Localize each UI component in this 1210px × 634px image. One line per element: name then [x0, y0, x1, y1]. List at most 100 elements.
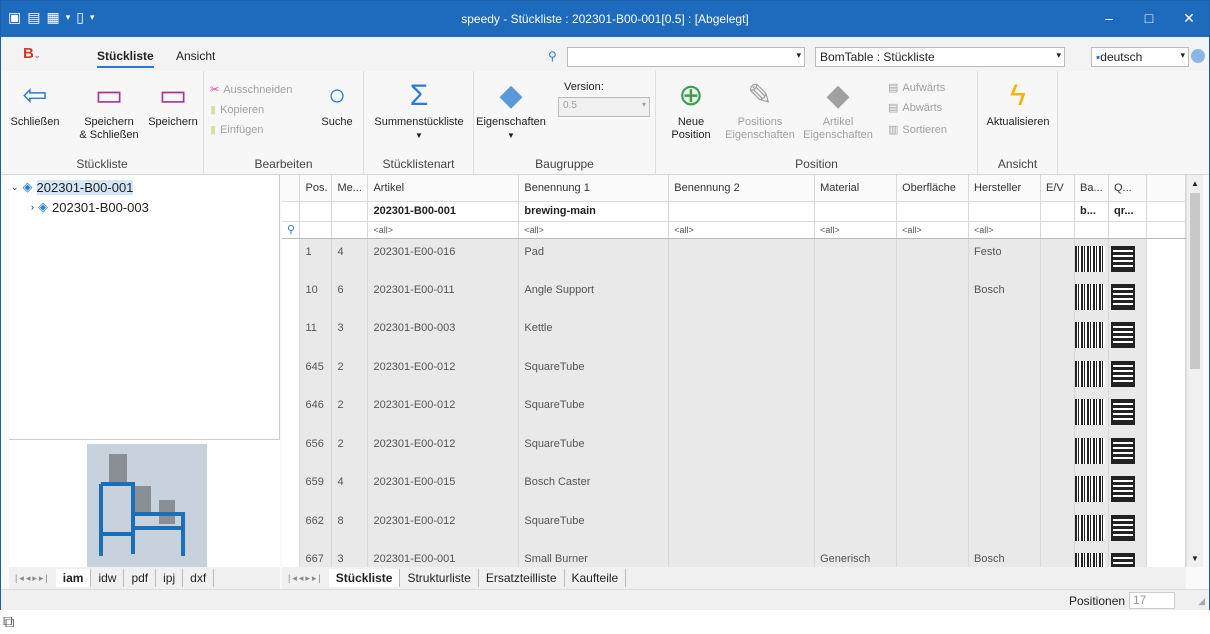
cell-ev[interactable]: [1040, 392, 1075, 431]
cell-benennung1[interactable]: SquareTube: [518, 392, 670, 431]
cell-barcode[interactable]: [1074, 392, 1109, 431]
cell-benennung2[interactable]: [668, 546, 816, 567]
cell-pos[interactable]: 1: [299, 238, 333, 277]
bomtable-select[interactable]: BomTable : Stückliste ▾: [815, 47, 1065, 67]
cell-benennung1[interactable]: SquareTube: [518, 430, 670, 469]
tab-ersatzteilliste[interactable]: Ersatzteilliste: [479, 569, 565, 587]
cell-qr[interactable]: [1108, 392, 1147, 431]
paste-button[interactable]: ▮ Einfügen: [210, 123, 264, 137]
chevron-down-icon[interactable]: ▾: [1056, 50, 1061, 61]
cell-benennung2[interactable]: [668, 430, 816, 469]
cell-benennung1[interactable]: Pad: [518, 238, 670, 277]
cell-hersteller[interactable]: Bosch: [968, 276, 1042, 315]
cell-ev[interactable]: [1040, 238, 1075, 277]
cell-artikel[interactable]: 202301-E00-012: [367, 353, 520, 392]
move-down-button[interactable]: ▤ Abwärts: [888, 101, 942, 115]
cell-material[interactable]: [814, 392, 898, 431]
cell-qr[interactable]: [1108, 469, 1147, 508]
cell-benennung1[interactable]: SquareTube: [518, 507, 670, 546]
col-qr[interactable]: Q...: [1108, 175, 1147, 202]
cell-hersteller[interactable]: [968, 392, 1042, 431]
scroll-up-icon[interactable]: ▲: [1187, 179, 1203, 188]
cell-pos[interactable]: 667: [299, 546, 333, 567]
cell-menge[interactable]: 2: [331, 430, 369, 469]
table-row[interactable]: 656 2 202301-E00-012 SquareTube: [282, 430, 1186, 469]
cell-qr[interactable]: [1108, 238, 1147, 277]
cell-benennung1[interactable]: Small Burner: [518, 546, 670, 567]
table-row[interactable]: 662 8 202301-E00-012 SquareTube: [282, 507, 1186, 546]
cell-menge[interactable]: 2: [331, 392, 369, 431]
cell-barcode[interactable]: [1074, 430, 1109, 469]
cell-benennung2[interactable]: [668, 392, 816, 431]
cell-material[interactable]: [814, 430, 898, 469]
table-row[interactable]: 10 6 202301-E00-011 Angle Support Bosch: [282, 276, 1186, 315]
cell-barcode[interactable]: [1074, 469, 1109, 508]
table-row[interactable]: 646 2 202301-E00-012 SquareTube: [282, 392, 1186, 431]
cell-oberflaeche[interactable]: [896, 469, 970, 508]
cell-oberflaeche[interactable]: [896, 430, 970, 469]
cell-benennung2[interactable]: [668, 315, 816, 354]
col-ev[interactable]: E/V: [1040, 175, 1075, 202]
col-material[interactable]: Material: [814, 175, 898, 202]
app-menu-icon[interactable]: B⌄: [23, 45, 41, 62]
cell-benennung2[interactable]: [668, 353, 816, 392]
cell-artikel[interactable]: 202301-E00-015: [367, 469, 520, 508]
cell-qr[interactable]: [1108, 546, 1147, 567]
new-position-button[interactable]: ⊕ Neue Position: [658, 77, 724, 142]
cell-artikel[interactable]: 202301-B00-003: [367, 315, 520, 354]
maximize-icon[interactable]: □: [1129, 1, 1169, 35]
filter-benennung1[interactable]: <all>: [518, 221, 670, 239]
chevron-down-icon[interactable]: ▾: [1180, 50, 1185, 61]
tab-stueckliste[interactable]: Stückliste: [97, 49, 154, 68]
tree-node-root[interactable]: ⌄ ◈ 202301-B00-001: [11, 179, 134, 195]
cell-menge[interactable]: 3: [331, 546, 369, 567]
cell-material[interactable]: [814, 238, 898, 277]
cell-material[interactable]: Generisch: [814, 546, 898, 567]
cell-ev[interactable]: [1040, 546, 1075, 567]
tab-strukturliste[interactable]: Strukturliste: [400, 569, 479, 587]
cell-oberflaeche[interactable]: [896, 315, 970, 354]
cell-menge[interactable]: 8: [331, 507, 369, 546]
col-hersteller[interactable]: Hersteller: [968, 175, 1042, 202]
eigenschaften-button[interactable]: ◆ Eigenschaften ▼: [476, 77, 546, 142]
version-select[interactable]: 0.5 ▾: [558, 97, 650, 117]
cell-benennung2[interactable]: [668, 276, 816, 315]
cell-hersteller[interactable]: Bosch: [968, 546, 1042, 567]
tab-pdf[interactable]: pdf: [124, 569, 157, 587]
cell-benennung2[interactable]: [668, 238, 816, 277]
cell-ev[interactable]: [1040, 469, 1075, 508]
tab-idw[interactable]: idw: [91, 569, 125, 587]
cell-artikel[interactable]: 202301-E00-012: [367, 392, 520, 431]
col-pos[interactable]: Pos.: [299, 175, 333, 202]
filter-oberflaeche[interactable]: <all>: [896, 221, 970, 239]
cell-pos[interactable]: 11: [299, 315, 333, 354]
cell-material[interactable]: [814, 276, 898, 315]
cell-barcode[interactable]: [1074, 315, 1109, 354]
close-button[interactable]: ⇦ Schließen: [7, 77, 63, 129]
chevron-down-icon[interactable]: ▾: [796, 50, 801, 61]
cell-benennung1[interactable]: SquareTube: [518, 353, 670, 392]
cell-oberflaeche[interactable]: [896, 238, 970, 277]
move-up-button[interactable]: ▤ Aufwärts: [888, 81, 945, 95]
copy-button[interactable]: ▮ Kopieren: [210, 103, 264, 117]
col-menge[interactable]: Me...: [331, 175, 369, 202]
cell-pos[interactable]: 10: [299, 276, 333, 315]
col-oberflaeche[interactable]: Oberfläche: [896, 175, 970, 202]
cell-barcode[interactable]: [1074, 276, 1109, 315]
cell-menge[interactable]: 3: [331, 315, 369, 354]
tab-ansicht[interactable]: Ansicht: [176, 49, 215, 63]
position-properties-button[interactable]: ✎ Positions Eigenschaften: [722, 77, 798, 142]
filter-benennung2[interactable]: <all>: [668, 221, 816, 239]
pager-icon[interactable]: |◂◂▸▸|: [282, 573, 329, 584]
refresh-button[interactable]: ϟ Aktualisieren: [978, 77, 1058, 129]
cell-barcode[interactable]: [1074, 353, 1109, 392]
cell-benennung2[interactable]: [668, 469, 816, 508]
cell-artikel[interactable]: 202301-E00-011: [367, 276, 520, 315]
tree-node-child[interactable]: › ◈ 202301-B00-003: [31, 199, 149, 215]
filter-artikel[interactable]: <all>: [367, 221, 520, 239]
cell-pos[interactable]: 656: [299, 430, 333, 469]
cell-barcode[interactable]: [1074, 546, 1109, 567]
cell-benennung1[interactable]: Kettle: [518, 315, 670, 354]
table-row[interactable]: 645 2 202301-E00-012 SquareTube: [282, 353, 1186, 392]
help-icon[interactable]: [1191, 49, 1205, 63]
